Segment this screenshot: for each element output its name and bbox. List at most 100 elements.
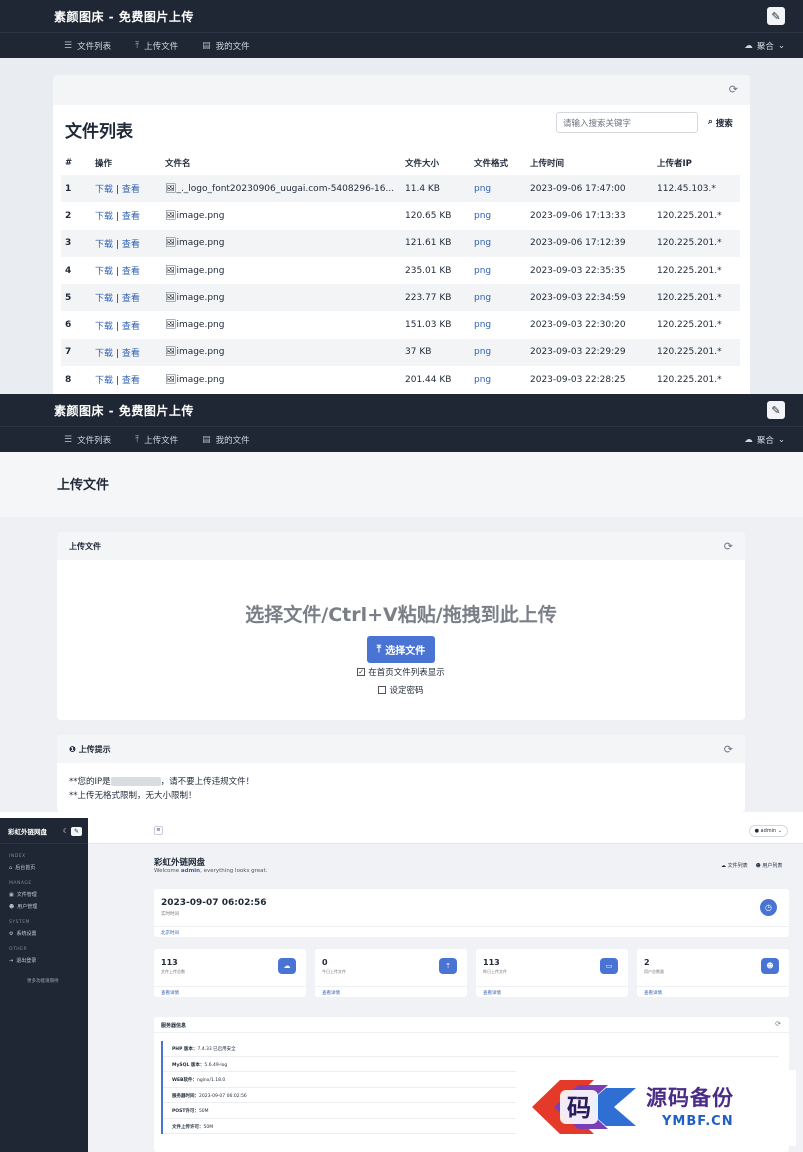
row-actions: 下载 | 查看	[91, 229, 161, 257]
menu-toggle-icon[interactable]: ≡	[154, 826, 163, 835]
nav-link-my-files[interactable]: ▤ 我的文件	[202, 40, 250, 52]
nav-link-file-list[interactable]: ☰ 文件列表	[64, 40, 111, 52]
link-user-list[interactable]: ☻ 用户列表	[756, 862, 783, 869]
user-menu[interactable]: ☁ 聚合 ⌄	[744, 434, 785, 446]
site-brand[interactable]: 素颜图床 - 免费图片上传	[54, 8, 194, 25]
theme-toggle-button[interactable]: ✎	[767, 7, 785, 25]
top-navbar: 素颜图床 - 免费图片上传 ✎	[0, 394, 803, 426]
stat-details-link[interactable]: 查看详情	[637, 986, 789, 997]
checkbox-unchecked[interactable]	[378, 686, 387, 694]
download-link[interactable]: 下载	[95, 294, 113, 304]
nav-link-upload[interactable]: ⤒ 上传文件	[135, 434, 178, 446]
stat-details-link[interactable]: 查看详情	[315, 986, 467, 997]
row-format: png	[474, 374, 492, 385]
row-number: 5	[61, 284, 91, 312]
table-row: 4 下载 | 查看 🖼image.png 235.01 KB png 2023-09-03…	[61, 257, 740, 284]
view-link[interactable]: 查看	[122, 294, 140, 304]
image-icon: 🖼	[165, 320, 177, 331]
card-title: ❶ 上传提示	[69, 744, 111, 754]
top-navbar: 素颜图床 - 免费图片上传 ✎	[0, 0, 803, 32]
sub-navbar: ☰ 文件列表 ⤒ 上传文件 ▤ 我的文件 ☁ 聚合 ⌄	[0, 32, 803, 58]
choose-file-button[interactable]: ⤒ 选择文件	[366, 636, 436, 663]
link-file-list[interactable]: ☁ 文件列表	[721, 862, 748, 869]
download-link[interactable]: 下载	[95, 322, 113, 332]
image-icon: 🖼	[165, 292, 177, 303]
row-ip: 120.225.201.*	[657, 320, 722, 331]
moon-icon[interactable]: ☾	[63, 827, 69, 835]
row-size: 120.65 KB	[405, 210, 452, 221]
logout-icon: ⇥	[9, 957, 14, 964]
row-format: png	[474, 210, 492, 221]
row-number: 8	[65, 374, 72, 385]
show-on-home-option[interactable]: ✓ 在首页文件列表显示	[57, 666, 745, 678]
cloud-icon: ☁	[744, 434, 753, 445]
download-link[interactable]: 下载	[95, 376, 113, 386]
search-button[interactable]: ⌕ 搜索	[708, 117, 733, 129]
row-filename: 🖼image.png	[161, 338, 401, 367]
stat-details-link[interactable]: 查看详情	[154, 986, 306, 997]
download-link[interactable]: 下载	[95, 267, 113, 277]
file-list-card: ⟳ 文件列表 请输入搜索关键字 ⌕ 搜索 # 操作 文件名 文件大小 文件格式 上…	[53, 75, 750, 394]
search-input[interactable]: 请输入搜索关键字	[556, 112, 698, 133]
refresh-icon[interactable]: ⟳	[724, 540, 733, 553]
stat-details-link[interactable]: 查看详情	[476, 986, 628, 997]
card-header: 上传文件 ⟳	[57, 532, 745, 560]
avatar: ●	[754, 828, 759, 834]
drop-zone[interactable]: 选择文件/Ctrl+V粘贴/拖拽到此上传 ⤒ 选择文件 ✓ 在首页文件列表显示 设定…	[57, 600, 745, 696]
cloud-icon: ☁	[278, 958, 296, 974]
row-actions: 下载 | 查看	[95, 376, 140, 387]
nav-link-file-list[interactable]: ☰ 文件列表	[64, 434, 111, 446]
site-brand[interactable]: 素颜图床 - 免费图片上传	[54, 402, 194, 419]
refresh-icon[interactable]: ⟳	[729, 83, 738, 96]
view-link[interactable]: 查看	[122, 212, 140, 222]
info-icon: ❶	[69, 744, 76, 754]
group-index: INDEX	[9, 854, 26, 859]
clock-label: 实时时间	[161, 912, 179, 917]
row-format: png	[470, 229, 526, 257]
refresh-icon[interactable]: ⟳	[775, 1020, 781, 1028]
view-link[interactable]: 查看	[122, 322, 140, 332]
view-link[interactable]: 查看	[122, 185, 140, 195]
gear-icon: ⚙	[9, 930, 14, 937]
image-icon: 🖼	[165, 347, 177, 358]
sidebar-item-logout[interactable]: ⇥ 退出登录	[9, 957, 88, 965]
checkbox-checked[interactable]: ✓	[357, 668, 366, 676]
col-header-no: #	[65, 158, 73, 168]
sidebar-item-files[interactable]: ▣ 文件管理	[9, 891, 88, 899]
download-link[interactable]: 下载	[95, 185, 113, 195]
sidebar-item-settings[interactable]: ⚙ 系统设置	[9, 930, 88, 938]
view-link[interactable]: 查看	[122, 349, 140, 359]
download-link[interactable]: 下载	[95, 212, 113, 222]
row-actions: 下载 | 查看	[91, 175, 161, 203]
view-link[interactable]: 查看	[122, 267, 140, 277]
nav-link-my-files[interactable]: ▤ 我的文件	[202, 434, 250, 446]
set-password-option[interactable]: 设定密码	[57, 684, 745, 696]
stat-label: 用户总数量	[644, 969, 664, 974]
image-icon: 🖼	[165, 238, 177, 249]
refresh-icon[interactable]: ⟳	[724, 743, 733, 756]
admin-site-name[interactable]: 彩虹外链网盘	[8, 826, 47, 836]
tip-ip: **您的IP是 ，请不要上传违规文件！	[69, 777, 255, 787]
download-link[interactable]: 下载	[95, 349, 113, 359]
sidebar-item-users[interactable]: ☻ 用户管理	[9, 903, 88, 911]
brush-icon[interactable]: ✎	[70, 826, 82, 836]
theme-toggle-button[interactable]: ✎	[767, 401, 785, 419]
download-link[interactable]: 下载	[95, 240, 113, 250]
table-row: 2 下载 | 查看 🖼image.png 120.65 KB png 2023-09-06…	[61, 202, 740, 229]
stat-value: 2	[644, 958, 650, 967]
admin-user-chip[interactable]: ● admin ⌄	[748, 825, 788, 837]
clock-foot[interactable]: 北京时间	[154, 926, 789, 937]
watermark-char: 码	[567, 1094, 591, 1122]
view-link[interactable]: 查看	[122, 376, 140, 386]
row-format: png	[474, 265, 492, 276]
sidebar-item-home[interactable]: ⌂ 后台首页	[9, 864, 88, 872]
nav-link-upload[interactable]: ⤒ 上传文件	[135, 40, 178, 52]
view-link[interactable]: 查看	[122, 240, 140, 250]
watermark: 码 源码备份 YMBF.CN	[516, 1070, 796, 1146]
row-time: 2023-09-03 22:30:20	[530, 320, 626, 331]
row-ip: 120.225.201.*	[653, 338, 740, 367]
row-ip: 112.45.103.*	[653, 175, 740, 203]
row-format: png	[470, 284, 526, 312]
row-actions: 下载 | 查看	[95, 321, 140, 332]
user-menu[interactable]: ☁ 聚合 ⌄	[744, 40, 785, 52]
